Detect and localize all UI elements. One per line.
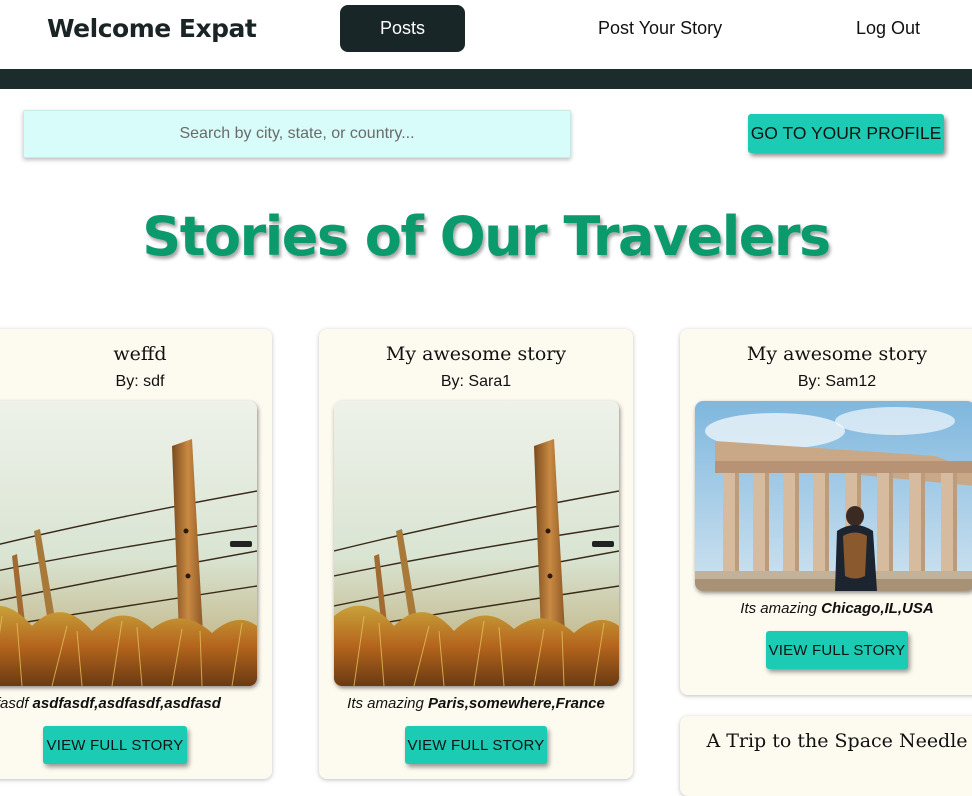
- location-search-input[interactable]: [23, 110, 571, 158]
- story-title: My awesome story: [385, 343, 567, 365]
- story-desc-text: Its amazing: [347, 695, 424, 712]
- story-location: Paris,somewhere,France: [428, 695, 605, 712]
- story-location: Chicago,IL,USA: [821, 600, 934, 617]
- story-title: My awesome story: [746, 343, 928, 365]
- story-card: weffd By: sdf sdfasdf asdfasdf,asdfasdf,…: [0, 329, 272, 779]
- story-author: By: Sam12: [797, 373, 877, 390]
- go-to-profile-button[interactable]: GO TO YOUR PROFILE: [748, 114, 944, 153]
- story-location: asdfasdf,asdfasdf,asdfasd: [32, 695, 221, 712]
- story-image[interactable]: [334, 401, 619, 686]
- nav-posts-button[interactable]: Posts: [340, 5, 465, 52]
- story-image[interactable]: [0, 401, 257, 686]
- story-title: A Trip to the Space Needle: [706, 730, 968, 752]
- story-card: A Trip to the Space Needle: [680, 716, 972, 796]
- story-image[interactable]: [695, 401, 972, 591]
- story-card: My awesome story By: Sam12 Its amazing C…: [680, 329, 972, 695]
- view-full-story-button[interactable]: VIEW FULL STORY: [43, 726, 187, 764]
- view-full-story-button[interactable]: VIEW FULL STORY: [405, 726, 547, 764]
- story-title: weffd: [113, 343, 167, 365]
- nav-post-your-story-link[interactable]: Post Your Story: [598, 18, 722, 39]
- brand-logo[interactable]: Welcome Expat: [47, 14, 257, 43]
- nav-logout-link[interactable]: Log Out: [856, 18, 920, 39]
- navbar-band: [0, 69, 972, 89]
- story-desc-text: sdfasdf: [0, 695, 29, 712]
- story-description: Its amazing Chicago,IL,USA: [680, 600, 972, 617]
- story-card: My awesome story By: Sara1 Its amazing P…: [319, 329, 633, 779]
- story-description: sdfasdf asdfasdf,asdfasdf,asdfasd: [0, 695, 221, 712]
- page-title: Stories of Our Travelers: [142, 205, 831, 268]
- view-full-story-button[interactable]: VIEW FULL STORY: [766, 631, 908, 669]
- story-description: Its amazing Paris,somewhere,France: [319, 695, 633, 712]
- story-author: By: Sara1: [440, 373, 512, 390]
- story-desc-text: Its amazing: [740, 600, 817, 617]
- story-author: By: sdf: [115, 373, 165, 390]
- top-navbar: Welcome Expat Posts Post Your Story Log …: [0, 0, 972, 69]
